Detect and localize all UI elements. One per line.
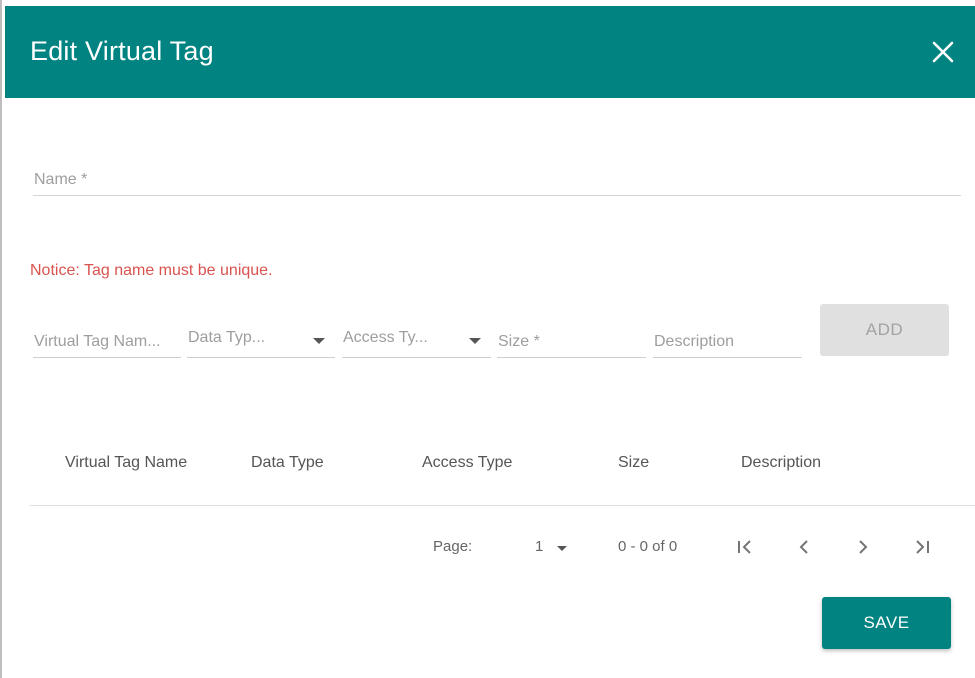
save-button[interactable]: SAVE <box>822 597 951 649</box>
unique-name-notice: Notice: Tag name must be unique. <box>30 262 273 279</box>
current-page: 1 <box>535 538 544 555</box>
page-label: Page: <box>433 538 473 555</box>
window-edge <box>0 0 2 678</box>
data-type-select-label: Data Typ... <box>188 329 266 346</box>
caret-down-icon <box>313 338 325 344</box>
column-header-virtual-tag-name[interactable]: Virtual Tag Name <box>65 454 187 472</box>
last-page-icon[interactable] <box>910 535 934 559</box>
column-header-data-type[interactable]: Data Type <box>251 454 324 472</box>
data-type-select[interactable]: Data Typ... <box>187 322 335 358</box>
next-page-icon[interactable] <box>851 535 875 559</box>
description-input[interactable] <box>653 330 802 354</box>
column-header-access-type[interactable]: Access Type <box>422 454 512 472</box>
access-type-select-label: Access Ty... <box>343 329 428 346</box>
previous-page-icon[interactable] <box>792 535 816 559</box>
name-input[interactable] <box>33 166 961 194</box>
tags-table-header: Virtual Tag Name Data Type Access Type S… <box>30 446 975 506</box>
size-field <box>497 322 646 358</box>
first-page-icon[interactable] <box>733 535 757 559</box>
description-field <box>653 322 802 358</box>
caret-down-icon <box>557 546 567 551</box>
dialog-title: Edit Virtual Tag <box>30 36 214 66</box>
page-select[interactable]: 1 <box>535 536 579 558</box>
dialog-header: Edit Virtual Tag <box>5 6 975 98</box>
name-field <box>33 166 961 196</box>
add-button[interactable]: ADD <box>820 304 949 356</box>
access-type-select[interactable]: Access Ty... <box>342 322 491 358</box>
size-input[interactable] <box>497 330 646 354</box>
page-range: 0 - 0 of 0 <box>618 538 678 555</box>
edit-virtual-tag-dialog: Edit Virtual Tag Notice: Tag name must b… <box>5 6 975 678</box>
column-header-description[interactable]: Description <box>741 454 821 472</box>
virtual-tag-name-field <box>33 322 181 358</box>
close-icon[interactable] <box>930 39 956 65</box>
column-header-size[interactable]: Size <box>618 454 649 472</box>
caret-down-icon <box>469 338 481 344</box>
virtual-tag-name-input[interactable] <box>33 330 181 354</box>
